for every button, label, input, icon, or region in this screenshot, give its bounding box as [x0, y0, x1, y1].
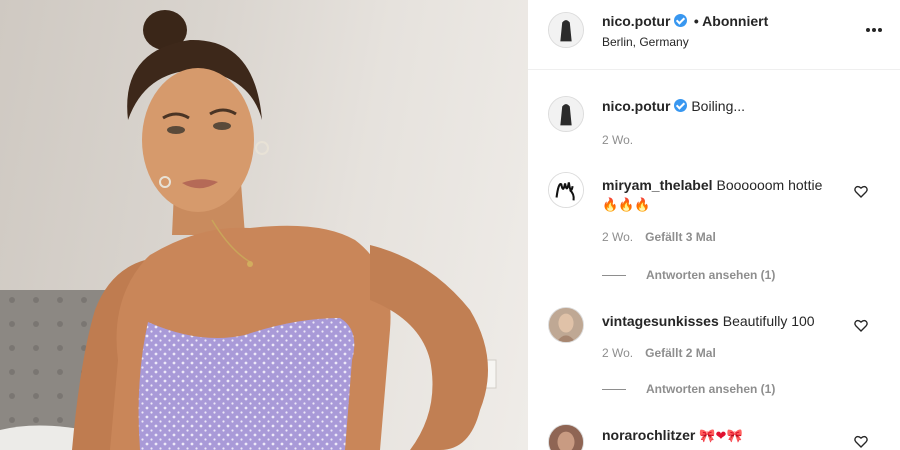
- post-location[interactable]: Berlin, Germany: [602, 35, 689, 49]
- view-replies-button[interactable]: Antworten ansehen (1): [602, 382, 775, 396]
- comment-time[interactable]: 2 Wo.: [602, 230, 633, 244]
- avatar-image: [549, 425, 583, 450]
- caption-avatar[interactable]: [548, 96, 584, 132]
- comment-text: Beautifully 100: [722, 313, 815, 329]
- author-avatar[interactable]: [548, 12, 584, 48]
- author-line: nico.potur • Abonniert: [602, 13, 768, 31]
- comment-time[interactable]: 2 Wo.: [602, 346, 633, 360]
- heart-outline-icon[interactable]: [853, 317, 869, 333]
- comment: miryam_thelabel Boooooom hottie 🔥🔥🔥: [602, 176, 842, 215]
- view-replies-label: Antworten ansehen (1): [646, 268, 776, 282]
- author-username[interactable]: nico.potur: [602, 13, 670, 29]
- more-options-icon[interactable]: [866, 22, 886, 38]
- post-sidebar: nico.potur • Abonniert Berlin, Germany n…: [528, 0, 900, 450]
- comment-username[interactable]: vintagesunkisses: [602, 313, 719, 329]
- comment: norarochlitzer 🎀❤🎀: [602, 426, 842, 446]
- caption-text: Boiling...: [691, 98, 746, 114]
- follow-status[interactable]: • Abonniert: [694, 13, 768, 29]
- verified-badge-icon: [674, 99, 688, 112]
- post-photo[interactable]: [0, 0, 528, 450]
- comment-text: Boooooom hottie: [716, 177, 823, 193]
- comment-meta: 2 Wo. Gefällt 2 Mal: [602, 346, 716, 360]
- comment-emoji: 🎀❤🎀: [699, 429, 743, 444]
- post-header: nico.potur • Abonniert Berlin, Germany: [528, 0, 900, 70]
- avatar-image: [549, 13, 583, 47]
- replies-divider: [602, 275, 626, 277]
- caption: nico.potur Boiling...: [602, 98, 745, 114]
- comment-meta: 2 Wo. Gefällt 3 Mal: [602, 230, 716, 244]
- comment-username[interactable]: norarochlitzer: [602, 427, 695, 443]
- comment: vintagesunkisses Beautifully 100: [602, 312, 842, 331]
- comment-avatar[interactable]: [548, 172, 584, 208]
- comment-emoji: 🔥🔥🔥: [602, 198, 651, 213]
- comment-username[interactable]: miryam_thelabel: [602, 177, 713, 193]
- view-replies-label: Antworten ansehen (1): [646, 382, 776, 396]
- comment-avatar[interactable]: [548, 307, 584, 343]
- avatar-image: [549, 308, 583, 342]
- view-replies-button[interactable]: Antworten ansehen (1): [602, 268, 775, 282]
- comment-likes[interactable]: Gefällt 2 Mal: [645, 346, 716, 360]
- avatar-image: [549, 97, 583, 131]
- heart-outline-icon[interactable]: [853, 183, 869, 199]
- replies-divider: [602, 389, 626, 391]
- avatar-image: [549, 173, 583, 207]
- verified-badge-icon: [674, 14, 688, 27]
- caption-time[interactable]: 2 Wo.: [602, 133, 633, 147]
- heart-outline-icon[interactable]: [853, 433, 869, 449]
- comment-avatar[interactable]: [548, 424, 584, 450]
- caption-username[interactable]: nico.potur: [602, 98, 670, 114]
- comment-likes[interactable]: Gefällt 3 Mal: [645, 230, 716, 244]
- post-image: [0, 10, 497, 450]
